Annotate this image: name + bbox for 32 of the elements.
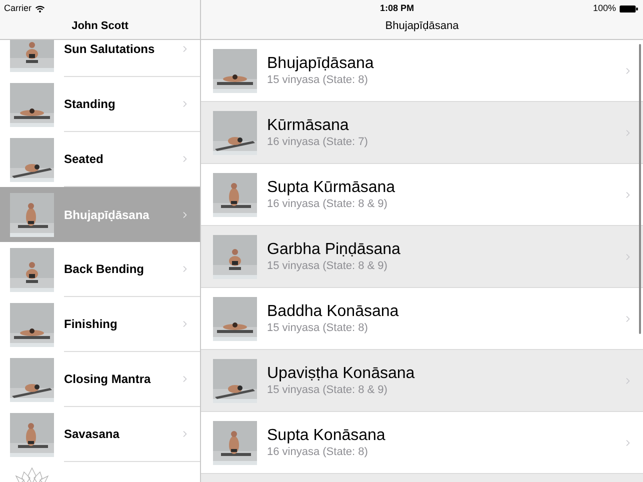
pose-subtitle: 15 vinyasa (State: 8) bbox=[267, 73, 369, 87]
pose-subtitle: 16 vinyasa (State: 7) bbox=[267, 135, 369, 149]
carrier-label: Carrier bbox=[4, 2, 32, 16]
sidebar-item-label: Finishing bbox=[64, 316, 118, 333]
battery-icon bbox=[619, 5, 640, 13]
time-label: 1:08 PM bbox=[380, 2, 414, 16]
sidebar-item-label: Back Bending bbox=[64, 261, 146, 278]
pose-title: Garbha Piṇḍāsana bbox=[267, 240, 402, 259]
pose-subtitle: 15 vinyasa (State: 8 & 9) bbox=[267, 383, 388, 397]
sidebar-item-label: Sun Salutations bbox=[64, 41, 156, 58]
pose-title: Bhujapīḍāsana bbox=[267, 54, 375, 73]
sidebar-item-label: Bhujapīḍāsana bbox=[64, 206, 150, 224]
pose-title: Kūrmāsana bbox=[267, 116, 350, 135]
pose-title: Baddha Konāsana bbox=[267, 302, 400, 321]
sidebar-item-label: Standing bbox=[64, 96, 116, 113]
pose-title: Supta Kūrmāsana bbox=[267, 178, 396, 197]
sidebar-title: John Scott bbox=[72, 19, 128, 34]
pose-row[interactable]: Upaviṣṭha Konāsana 15 vinyasa (State: 8 & 9) bbox=[201, 350, 643, 412]
pose-title: Supta Konāsana bbox=[267, 426, 386, 445]
battery-label: 100% bbox=[592, 2, 616, 16]
detail-title: Bhujapīḍāsana bbox=[385, 19, 459, 34]
pose-subtitle: 15 vinyasa (State: 8) bbox=[267, 321, 369, 335]
sidebar-item-label: Seated bbox=[64, 151, 104, 168]
pose-title: Upaviṣṭha Konāsana bbox=[267, 364, 416, 383]
pose-row[interactable]: Kūrmāsana 16 vinyasa (State: 7) bbox=[201, 102, 643, 164]
wifi-icon bbox=[34, 5, 45, 13]
pose-row[interactable]: Garbha Piṇḍāsana 15 vinyasa (State: 8 & 9) bbox=[201, 226, 643, 288]
sidebar-item-label: Savasana bbox=[64, 426, 120, 443]
pose-subtitle: 16 vinyasa (State: 8 & 9) bbox=[267, 197, 388, 211]
sidebar-item-label: Closing Mantra bbox=[64, 371, 152, 388]
pose-subtitle: 16 vinyasa (State: 8) bbox=[267, 445, 369, 459]
pose-subtitle: 15 vinyasa (State: 8 & 9) bbox=[267, 259, 388, 273]
